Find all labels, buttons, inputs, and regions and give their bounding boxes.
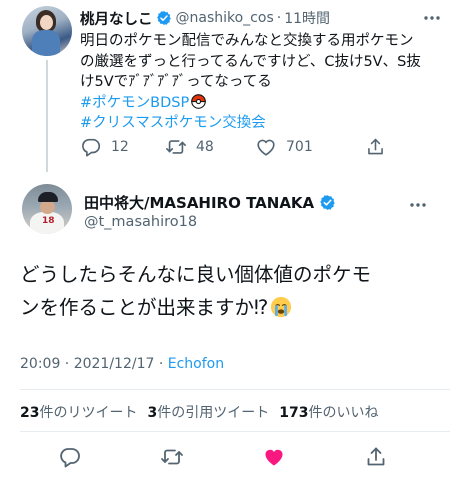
engagement-stats: 23件のリツイート 3件の引用ツイート 173件のいいね (20, 402, 378, 422)
avatar-nashiko[interactable] (22, 6, 72, 56)
crying-face-emoji (271, 296, 292, 318)
reply-count: 12 (111, 139, 129, 155)
retweet-icon (166, 140, 186, 154)
parent-handle[interactable]: @nashiko_cos (176, 10, 274, 26)
avatar-tanaka[interactable]: 18 (22, 184, 72, 234)
like-button[interactable]: 701 (255, 136, 365, 158)
reply-icon[interactable] (58, 445, 82, 469)
divider (20, 431, 450, 432)
heart-icon[interactable] (262, 445, 286, 469)
parent-tweet-content: 桃月なしこ @nashiko_cos · 11時間 明日のポケモン配信でみんなと… (80, 6, 444, 134)
focus-handle[interactable]: @t_masahiro18 (84, 214, 197, 230)
likes-stat[interactable]: 173件のいいね (279, 405, 378, 421)
parent-tweet[interactable]: 桃月なしこ @nashiko_cos · 11時間 明日のポケモン配信でみんなと… (0, 0, 450, 172)
divider (20, 389, 450, 390)
parent-tweet-text: 明日のポケモン配信でみんなと交換する用ポケモン の厳選をずっと行ってるんですけど… (80, 31, 444, 134)
more-icon[interactable] (422, 10, 442, 26)
verified-badge-icon (320, 195, 335, 210)
parent-display-name[interactable]: 桃月なしこ (80, 8, 153, 29)
tweet-timestamp: 20:09 · 2021/12/17 · Echofon (20, 356, 224, 372)
parent-text-line: け5Vでｱﾞｱﾞｱﾞｱﾞってなってる (80, 74, 272, 90)
share-button[interactable] (365, 136, 395, 158)
hashtag-text[interactable]: #ポケモンBDSP (80, 95, 189, 111)
heart-icon (257, 139, 275, 156)
hashtag-link[interactable]: #クリスマスポケモン交換会 (80, 113, 444, 134)
retweet-count: 48 (196, 139, 214, 155)
parent-tweet-header: 桃月なしこ @nashiko_cos · 11時間 (80, 6, 444, 30)
quotes-stat-label: 件の引用ツイート (157, 405, 270, 421)
retweets-stat-label: 件のリツイート (39, 405, 138, 421)
avatar-jersey-number: 18 (42, 216, 55, 226)
focus-tweet-text: どうしたらそんなに良い個体値のポケモ ンを作ることが出来ますか⁉︎ (20, 258, 440, 324)
focus-text-line: どうしたらそんなに良い個体値のポケモ (20, 263, 372, 286)
parent-text-line: の厳選をずっと行ってるんですけど、C抜け5V、S抜 (80, 53, 421, 70)
reply-icon (82, 138, 101, 157)
retweet-button[interactable]: 48 (165, 136, 255, 158)
parent-time[interactable]: 11時間 (284, 8, 330, 28)
header-separator: · (276, 10, 282, 26)
focus-display-name[interactable]: 田中将大/MASAHIRO TANAKA (84, 192, 314, 213)
parent-text-line: 明日のポケモン配信でみんなと交換する用ポケモン (80, 33, 414, 49)
thread-connector-line (46, 60, 48, 172)
focus-display-name-row: 田中将大/MASAHIRO TANAKA (84, 192, 340, 213)
parent-action-bar: 12 48 701 (80, 136, 440, 158)
like-count: 701 (286, 139, 313, 155)
share-icon (368, 138, 383, 155)
more-icon[interactable] (408, 197, 428, 213)
verified-badge-icon (156, 11, 171, 25)
pokeball-emoji (191, 93, 207, 109)
reply-button[interactable]: 12 (80, 136, 165, 158)
likes-stat-count: 173 (279, 405, 309, 421)
share-icon[interactable] (364, 445, 388, 469)
client-source-link[interactable]: Echofon (168, 356, 224, 372)
focus-text-line: ンを作ることが出来ますか⁉︎ (20, 296, 269, 319)
timestamp-text[interactable]: 20:09 · 2021/12/17 · (20, 356, 168, 372)
retweets-stat[interactable]: 23件のリツイート (20, 405, 137, 421)
retweet-icon[interactable] (160, 445, 184, 469)
focus-action-bar (0, 443, 450, 473)
quotes-stat-count: 3 (147, 405, 158, 421)
hashtag-link[interactable]: #ポケモンBDSP (80, 93, 444, 114)
retweets-stat-count: 23 (20, 405, 40, 421)
focus-text-line-2: ンを作ることが出来ますか⁉︎ (20, 291, 440, 324)
quotes-stat[interactable]: 3件の引用ツイート (147, 405, 269, 421)
likes-stat-label: 件のいいね (308, 405, 379, 421)
